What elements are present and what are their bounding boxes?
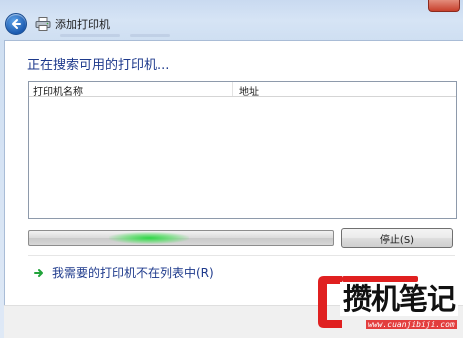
title-bar: 添加打印机 [5, 12, 110, 36]
add-printer-window: 添加打印机 正在搜索可用的打印机... 打印机名称 地址 停止(S) 我需要的打… [0, 0, 463, 338]
progress-glow [109, 232, 189, 244]
green-arrow-icon [34, 268, 43, 277]
page-heading: 正在搜索可用的打印机... [27, 58, 170, 73]
printer-list[interactable]: 打印机名称 地址 [28, 81, 457, 219]
back-button[interactable] [5, 13, 27, 35]
column-header-printer-name[interactable]: 打印机名称 [33, 83, 83, 98]
list-header: 打印机名称 地址 [29, 82, 456, 98]
watermark-title: 攒机笔记 [340, 282, 459, 316]
watermark-logo-icon [318, 276, 342, 328]
column-divider [232, 82, 233, 96]
glass-blur [130, 34, 170, 37]
site-watermark: 攒机笔记 www.cuanjibiji.com [318, 270, 463, 338]
back-arrow-icon [12, 19, 21, 29]
column-header-address[interactable]: 地址 [239, 83, 259, 98]
printer-not-listed-label: 我需要的打印机不在列表中(R) [52, 266, 214, 280]
search-progress-bar [28, 230, 334, 246]
wizard-content: 正在搜索可用的打印机... 打印机名称 地址 停止(S) 我需要的打印机不在列表… [4, 40, 463, 305]
close-button[interactable] [428, 0, 460, 12]
printer-not-listed-link[interactable]: 我需要的打印机不在列表中(R) [34, 264, 214, 281]
separator [28, 255, 455, 256]
watermark-url: www.cuanjibiji.com [366, 320, 457, 329]
window-title: 添加打印机 [55, 18, 110, 31]
stop-button[interactable]: 停止(S) [341, 228, 453, 248]
printer-icon [35, 17, 51, 31]
